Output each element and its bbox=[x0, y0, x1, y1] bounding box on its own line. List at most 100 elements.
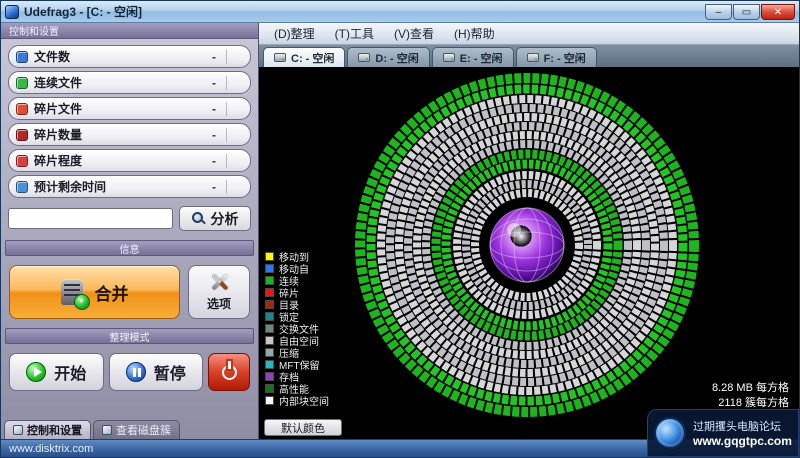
transport-row: 开始 暂停 bbox=[1, 346, 258, 398]
stat-dropdown[interactable]: 连续文件 - bbox=[8, 71, 251, 94]
panel-tab[interactable]: 查看磁盘簇 bbox=[93, 420, 180, 439]
merge-button[interactable]: 合并 bbox=[9, 265, 180, 319]
status-bar-link[interactable]: www.disktrix.com bbox=[9, 443, 93, 455]
legend-color-swatch bbox=[265, 300, 274, 309]
start-button[interactable]: 开始 bbox=[9, 353, 104, 391]
stat-dropdown[interactable]: 碎片程度 - bbox=[8, 149, 251, 172]
action-row: 合并 选项 bbox=[1, 258, 258, 325]
watermark-badge: 过期攫头电脑论坛 www.gqgtpc.com bbox=[647, 409, 799, 457]
drive-tab[interactable]: F: - 空闲 bbox=[515, 47, 597, 67]
menu-bar: (D)整理 (T)工具 (V)查看 (H)帮助 bbox=[259, 23, 799, 45]
panel-tab[interactable]: 控制和设置 bbox=[4, 420, 91, 439]
minimize-button[interactable]: – bbox=[705, 3, 732, 20]
panel-tab-icon bbox=[102, 425, 112, 435]
menu-item[interactable]: (D)整理 bbox=[265, 23, 324, 44]
menu-item[interactable]: (H)帮助 bbox=[445, 23, 504, 44]
cluster-map-canvas[interactable]: 移动到 移动自 连续 碎片 目录 锁定 交换文件 自由空间 压缩 MFT保留 存档 高性能 内部块空间 … bbox=[259, 67, 799, 439]
watermark-forum-name: 过期攫头电脑论坛 bbox=[693, 421, 781, 433]
stat-dropdown[interactable]: 预计剩余时间 - bbox=[8, 175, 251, 198]
control-panel: 控制和设置 文件数 - 连续文件 - 碎片文件 - 碎片数量 - 碎片程度 - 预计剩余时间 - 分析… bbox=[1, 23, 259, 439]
title-bar[interactable]: Udefrag3 - [C: - 空闲] – ▭ ✕ bbox=[1, 1, 799, 23]
legend-color-swatch bbox=[265, 372, 274, 381]
app-icon bbox=[5, 4, 19, 19]
menu-item[interactable]: (V)查看 bbox=[385, 23, 443, 44]
stat-label: 预计剩余时间 bbox=[34, 180, 107, 194]
legend-color-swatch bbox=[265, 312, 274, 321]
legend-item[interactable]: 内部块空间 bbox=[265, 395, 329, 408]
stat-icon bbox=[16, 76, 28, 89]
options-button-label: 选项 bbox=[206, 297, 231, 311]
divider bbox=[226, 179, 227, 194]
menu-item[interactable]: (T)工具 bbox=[326, 23, 383, 44]
drive-icon bbox=[442, 53, 455, 62]
panel-tab-bar: 控制和设置 查看磁盘簇 bbox=[1, 419, 258, 439]
legend-color-swatch bbox=[265, 384, 274, 393]
cluster-legend: 移动到 移动自 连续 碎片 目录 锁定 交换文件 自由空间 压缩 MFT保留 存档 高性能 内部块空间 bbox=[265, 251, 329, 408]
pause-button[interactable]: 暂停 bbox=[108, 353, 203, 391]
start-button-label: 开始 bbox=[54, 366, 87, 383]
divider bbox=[226, 127, 227, 142]
analyze-button[interactable]: 分析 bbox=[179, 206, 251, 231]
panel-tab-icon bbox=[13, 425, 23, 435]
analyze-button-label: 分析 bbox=[210, 210, 239, 227]
search-icon bbox=[191, 212, 205, 225]
stat-icon bbox=[16, 102, 28, 115]
info-header: 信息 bbox=[5, 240, 254, 256]
stat-label: 碎片数量 bbox=[34, 128, 83, 142]
drive-stack-icon bbox=[60, 279, 90, 310]
right-column: (D)整理 (T)工具 (V)查看 (H)帮助 C: - 空闲 D: - 空闲 E: - … bbox=[259, 23, 799, 439]
close-button[interactable]: ✕ bbox=[761, 3, 795, 20]
legend-color-swatch bbox=[265, 336, 274, 345]
legend-color-swatch bbox=[265, 324, 274, 333]
analyze-row: 分析 bbox=[8, 206, 251, 231]
options-button[interactable]: 选项 bbox=[188, 265, 250, 319]
stat-icon bbox=[16, 50, 28, 63]
divider bbox=[226, 49, 227, 64]
stat-label: 碎片文件 bbox=[34, 102, 83, 116]
play-icon bbox=[26, 362, 47, 382]
drive-tab[interactable]: C: - 空闲 bbox=[263, 47, 346, 67]
stop-button[interactable] bbox=[208, 353, 250, 391]
maximize-button[interactable]: ▭ bbox=[733, 3, 760, 20]
legend-color-swatch bbox=[265, 276, 274, 285]
stat-value: - bbox=[212, 75, 216, 90]
stat-label: 碎片程度 bbox=[34, 154, 83, 168]
stat-icon bbox=[16, 180, 28, 193]
drive-tab-label: F: - 空闲 bbox=[543, 52, 586, 65]
drive-tab-bar: C: - 空闲 D: - 空闲 E: - 空闲 F: - 空闲 bbox=[259, 45, 799, 67]
mode-header: 整理模式 bbox=[5, 328, 254, 344]
block-info: 8.28 MB 每方格 2118 簇每方格 bbox=[712, 381, 789, 411]
watermark-url: www.gqgtpc.com bbox=[693, 434, 792, 448]
drive-tab[interactable]: E: - 空闲 bbox=[431, 47, 514, 67]
stat-dropdown[interactable]: 文件数 - bbox=[8, 45, 251, 68]
stat-value: - bbox=[212, 179, 216, 194]
camera-lens-icon bbox=[654, 417, 686, 449]
pause-icon bbox=[125, 362, 146, 382]
drive-tab-label: C: - 空闲 bbox=[291, 52, 335, 65]
stats-list: 文件数 - 连续文件 - 碎片文件 - 碎片数量 - 碎片程度 - 预计剩余时间 - bbox=[1, 39, 258, 201]
divider bbox=[226, 153, 227, 168]
divider bbox=[226, 101, 227, 116]
power-icon bbox=[221, 360, 237, 380]
stat-value: - bbox=[212, 153, 216, 168]
stat-label: 文件数 bbox=[34, 50, 71, 64]
disk-rings bbox=[355, 73, 699, 417]
stat-icon bbox=[16, 154, 28, 167]
divider bbox=[226, 75, 227, 90]
analyze-input[interactable] bbox=[8, 208, 173, 229]
stat-dropdown[interactable]: 碎片数量 - bbox=[8, 123, 251, 146]
stat-dropdown[interactable]: 碎片文件 - bbox=[8, 97, 251, 120]
center-sphere bbox=[489, 207, 565, 283]
legend-color-swatch bbox=[265, 288, 274, 297]
drive-tab[interactable]: D: - 空闲 bbox=[347, 47, 430, 67]
panel-tab-label: 查看磁盘簇 bbox=[116, 425, 171, 437]
legend-color-swatch bbox=[265, 396, 274, 405]
block-size-info: 8.28 MB 每方格 bbox=[711, 382, 789, 394]
window-controls: – ▭ ✕ bbox=[704, 3, 795, 20]
drive-icon bbox=[526, 53, 539, 62]
default-colors-button[interactable]: 默认颜色 bbox=[264, 419, 342, 436]
panel-tab-label: 控制和设置 bbox=[27, 425, 82, 437]
stat-icon bbox=[16, 128, 28, 141]
legend-label: 内部块空间 bbox=[279, 397, 329, 408]
main-area: 控制和设置 文件数 - 连续文件 - 碎片文件 - 碎片数量 - 碎片程度 - 预计剩余时间 - 分析… bbox=[1, 23, 799, 439]
